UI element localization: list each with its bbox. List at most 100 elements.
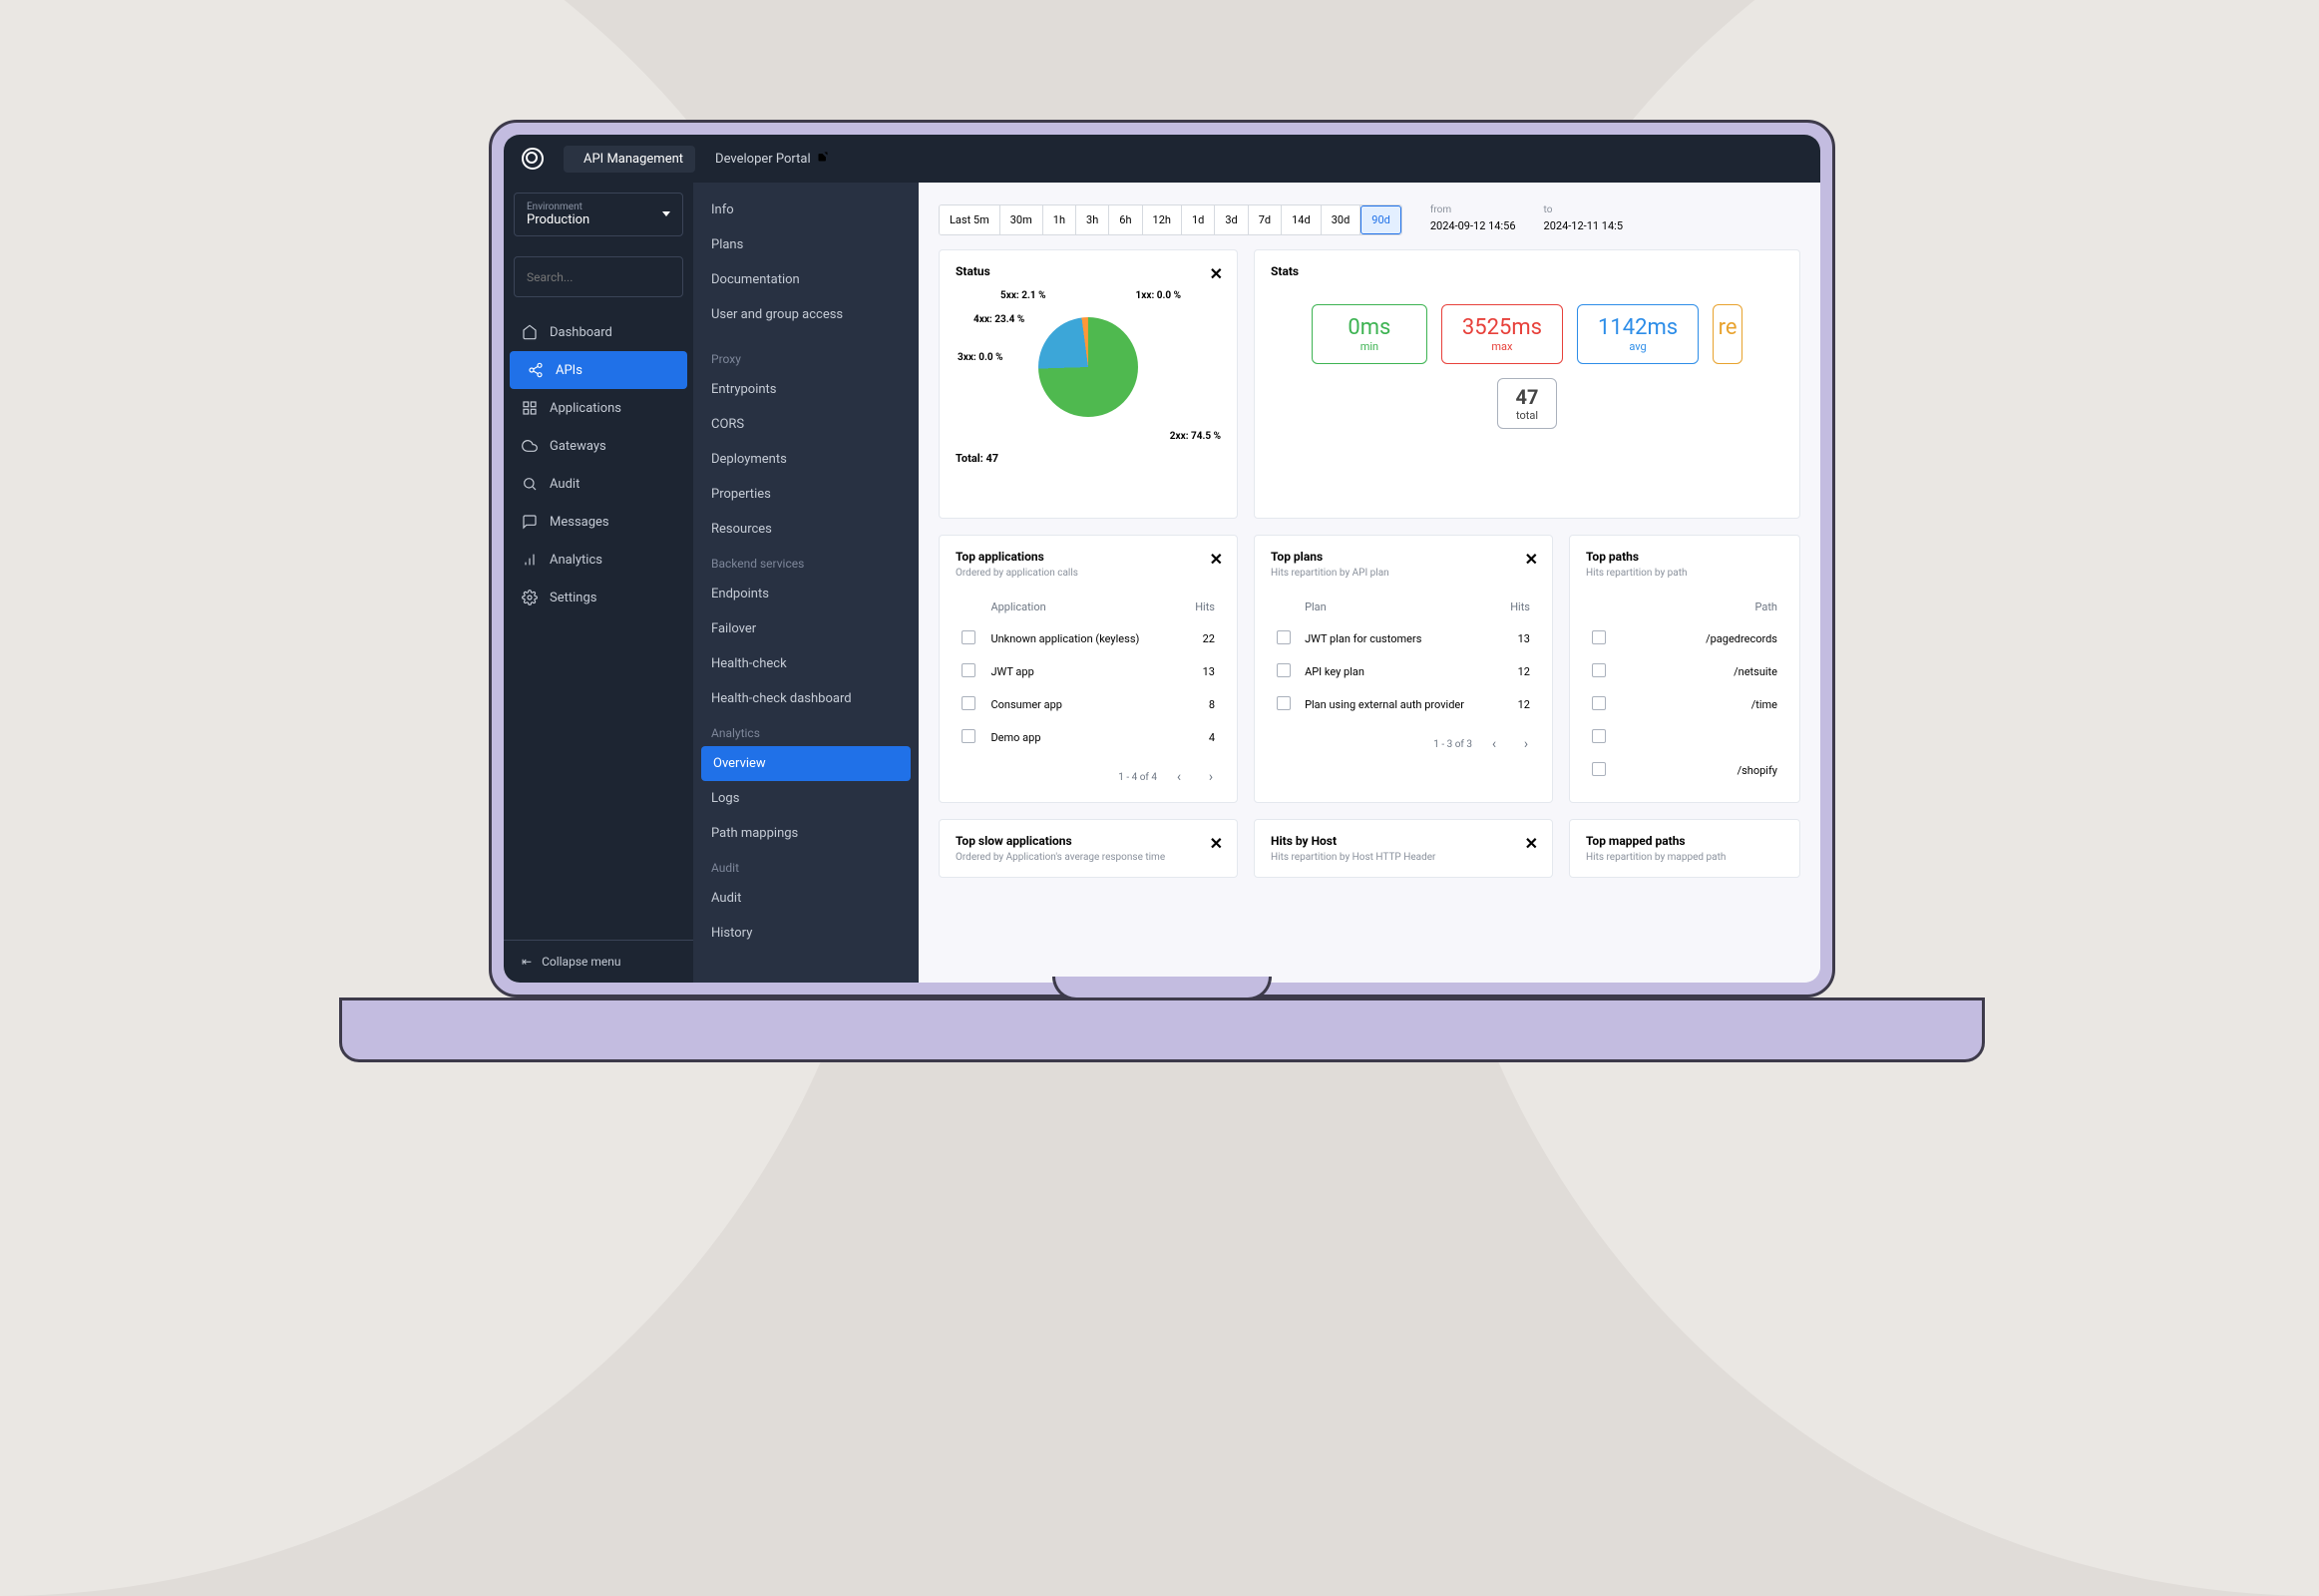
time-range-3d[interactable]: 3d: [1215, 205, 1248, 234]
chevron-down-icon: [662, 211, 670, 216]
close-icon[interactable]: ✕: [1210, 264, 1223, 283]
close-icon[interactable]: ✕: [1525, 834, 1538, 853]
table-row[interactable]: /shopify: [1588, 755, 1781, 786]
time-range-30d[interactable]: 30d: [1322, 205, 1361, 234]
time-range-30m[interactable]: 30m: [1000, 205, 1043, 234]
time-range-1d[interactable]: 1d: [1182, 205, 1215, 234]
nav2-logs[interactable]: Logs: [693, 781, 919, 816]
stat-min-value: 0ms: [1333, 315, 1406, 340]
checkbox[interactable]: [962, 696, 975, 710]
nav2-user-access[interactable]: User and group access: [693, 297, 919, 332]
checkbox[interactable]: [1592, 762, 1606, 776]
checkbox[interactable]: [1277, 696, 1291, 710]
time-range-12h[interactable]: 12h: [1143, 205, 1182, 234]
checkbox[interactable]: [962, 630, 975, 644]
nav2-history[interactable]: History: [693, 916, 919, 951]
nav-label: Messages: [550, 515, 609, 530]
cell: 8: [1184, 689, 1219, 720]
date-to[interactable]: to 2024-12-11 14:5: [1544, 204, 1623, 232]
table-row[interactable]: /pagedrecords: [1588, 623, 1781, 654]
table-row[interactable]: API key plan12: [1273, 656, 1534, 687]
checkbox[interactable]: [1277, 663, 1291, 677]
close-icon[interactable]: ✕: [1210, 550, 1223, 569]
nav2-documentation[interactable]: Documentation: [693, 262, 919, 297]
checkbox[interactable]: [1277, 630, 1291, 644]
close-icon[interactable]: ✕: [1210, 834, 1223, 853]
close-icon[interactable]: ✕: [1525, 550, 1538, 569]
nav2-endpoints[interactable]: Endpoints: [693, 577, 919, 611]
nav2-health-dash[interactable]: Health-check dashboard: [693, 681, 919, 716]
nav2-cors[interactable]: CORS: [693, 407, 919, 442]
pager-next-icon[interactable]: ›: [1201, 767, 1221, 787]
time-range-6h[interactable]: 6h: [1109, 205, 1142, 234]
app-label[interactable]: API Management: [564, 146, 695, 173]
table-row[interactable]: /netsuite: [1588, 656, 1781, 687]
checkbox[interactable]: [1592, 663, 1606, 677]
sidebar-item-audit[interactable]: Audit: [504, 465, 693, 503]
time-range-14d[interactable]: 14d: [1282, 205, 1322, 234]
collapse-menu-button[interactable]: ⇤ Collapse menu: [504, 940, 693, 983]
sidebar-item-applications[interactable]: Applications: [504, 389, 693, 427]
nav-label: Gateways: [550, 439, 606, 454]
nav2-overview[interactable]: Overview: [701, 746, 911, 781]
date-from-value: 2024-09-12 14:56: [1430, 219, 1516, 232]
nav2-plans[interactable]: Plans: [693, 227, 919, 262]
nav-label: Applications: [550, 401, 621, 416]
sidebar-item-analytics[interactable]: Analytics: [504, 541, 693, 579]
date-from[interactable]: from 2024-09-12 14:56: [1430, 204, 1516, 232]
search-box[interactable]: [514, 256, 683, 297]
nav-label: APIs: [556, 363, 582, 378]
environment-selector[interactable]: Environment Production: [514, 193, 683, 236]
checkbox[interactable]: [962, 729, 975, 743]
cell: API key plan: [1301, 656, 1499, 687]
table-row[interactable]: Unknown application (keyless)22: [958, 623, 1219, 654]
nav2-entrypoints[interactable]: Entrypoints: [693, 372, 919, 407]
bar-chart-icon: [522, 552, 538, 568]
checkbox[interactable]: [1592, 630, 1606, 644]
time-range-3h[interactable]: 3h: [1076, 205, 1109, 234]
time-range-7d[interactable]: 7d: [1249, 205, 1282, 234]
stat-avg-value: 1142ms: [1598, 315, 1678, 340]
table-row[interactable]: JWT app13: [958, 656, 1219, 687]
checkbox[interactable]: [1592, 696, 1606, 710]
stat-min: 0msmin: [1312, 304, 1427, 364]
cell: Demo app: [986, 722, 1182, 753]
pager-prev-icon[interactable]: ‹: [1169, 767, 1189, 787]
top-plans-card: Top plans Hits repartition by API plan ✕…: [1254, 535, 1553, 803]
table-row[interactable]: JWT plan for customers13: [1273, 623, 1534, 654]
table-row[interactable]: Consumer app8: [958, 689, 1219, 720]
env-label: Environment: [527, 201, 670, 212]
table-row[interactable]: Demo app4: [958, 722, 1219, 753]
nav2-path-mappings[interactable]: Path mappings: [693, 816, 919, 851]
sidebar-item-settings[interactable]: Settings: [504, 579, 693, 616]
sidebar-item-messages[interactable]: Messages: [504, 503, 693, 541]
time-range-1h[interactable]: 1h: [1043, 205, 1076, 234]
developer-portal-link[interactable]: Developer Portal: [715, 151, 829, 167]
nav2-health-check[interactable]: Health-check: [693, 646, 919, 681]
nav-label: Dashboard: [550, 325, 612, 340]
table-row[interactable]: /time: [1588, 689, 1781, 720]
nav2-resources[interactable]: Resources: [693, 512, 919, 547]
date-to-value: 2024-12-11 14:5: [1544, 219, 1623, 232]
pager-next-icon[interactable]: ›: [1516, 734, 1536, 754]
card-title: Top mapped paths: [1586, 834, 1783, 848]
card-title: Top slow applications: [956, 834, 1221, 848]
time-range-90d[interactable]: 90d: [1360, 205, 1401, 234]
stat-total-label: total: [1512, 409, 1542, 422]
time-range-Last 5m[interactable]: Last 5m: [940, 205, 1000, 234]
nav2-failover[interactable]: Failover: [693, 611, 919, 646]
nav2-properties[interactable]: Properties: [693, 477, 919, 512]
pager-prev-icon[interactable]: ‹: [1484, 734, 1504, 754]
sidebar-item-dashboard[interactable]: Dashboard: [504, 313, 693, 351]
sidebar-item-apis[interactable]: APIs: [510, 351, 687, 389]
nav2-info[interactable]: Info: [693, 193, 919, 227]
checkbox[interactable]: [1592, 729, 1606, 743]
search-input[interactable]: [527, 270, 646, 284]
sidebar-item-gateways[interactable]: Gateways: [504, 427, 693, 465]
nav2-audit[interactable]: Audit: [693, 881, 919, 916]
checkbox[interactable]: [962, 663, 975, 677]
table-row[interactable]: [1588, 722, 1781, 753]
nav2-deployments[interactable]: Deployments: [693, 442, 919, 477]
home-icon: [522, 324, 538, 340]
table-row[interactable]: Plan using external auth provider12: [1273, 689, 1534, 720]
